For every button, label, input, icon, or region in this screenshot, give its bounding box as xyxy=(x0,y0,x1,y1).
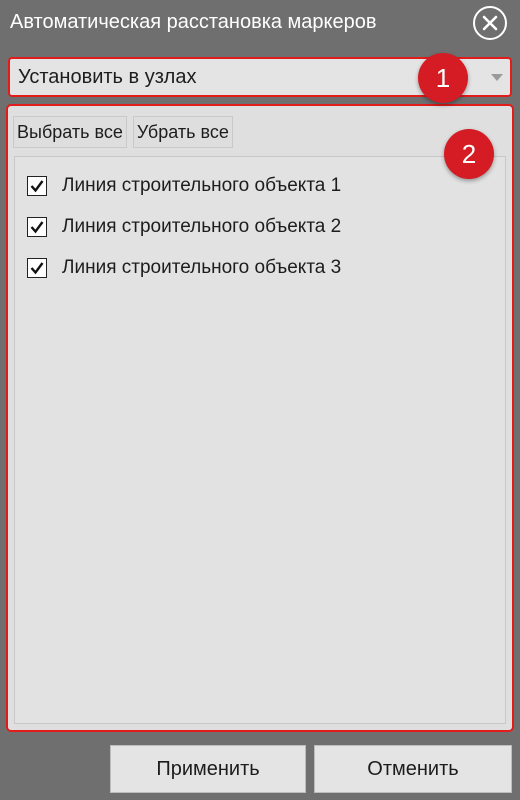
cancel-button[interactable]: Отменить xyxy=(314,745,512,793)
close-icon xyxy=(482,15,498,31)
select-all-button[interactable]: Выбрать все xyxy=(13,116,127,148)
item-checkbox[interactable] xyxy=(27,258,47,278)
dialog-window: Автоматическая расстановка маркеров Уста… xyxy=(0,0,520,800)
close-button[interactable] xyxy=(473,6,507,40)
item-label: Линия строительного объекта 3 xyxy=(62,257,342,278)
apply-button[interactable]: Применить xyxy=(110,745,306,793)
lines-panel: Выбрать все Убрать все Линия строительно… xyxy=(6,104,514,732)
checkmark-icon xyxy=(30,180,44,193)
title-bar: Автоматическая расстановка маркеров xyxy=(0,0,520,50)
lines-list: Линия строительного объекта 1 Линия стро… xyxy=(14,156,506,724)
deselect-all-button[interactable]: Убрать все xyxy=(132,116,233,148)
item-label: Линия строительного объекта 2 xyxy=(62,216,342,237)
item-checkbox[interactable] xyxy=(27,176,47,196)
mode-dropdown-value: Установить в узлах xyxy=(18,66,197,88)
annotation-badge-2: 2 xyxy=(444,129,494,179)
list-toolbar: Выбрать все Убрать все xyxy=(13,116,233,148)
list-item[interactable]: Линия строительного объекта 3 xyxy=(27,254,341,282)
dialog-title: Автоматическая расстановка маркеров xyxy=(10,11,377,33)
checkmark-icon xyxy=(30,221,44,234)
annotation-badge-1: 1 xyxy=(418,53,468,103)
list-item[interactable]: Линия строительного объекта 2 xyxy=(27,213,341,241)
checkmark-icon xyxy=(30,262,44,275)
chevron-down-icon[interactable] xyxy=(491,74,503,81)
item-checkbox[interactable] xyxy=(27,217,47,237)
list-item[interactable]: Линия строительного объекта 1 xyxy=(27,172,341,200)
item-label: Линия строительного объекта 1 xyxy=(62,175,342,196)
